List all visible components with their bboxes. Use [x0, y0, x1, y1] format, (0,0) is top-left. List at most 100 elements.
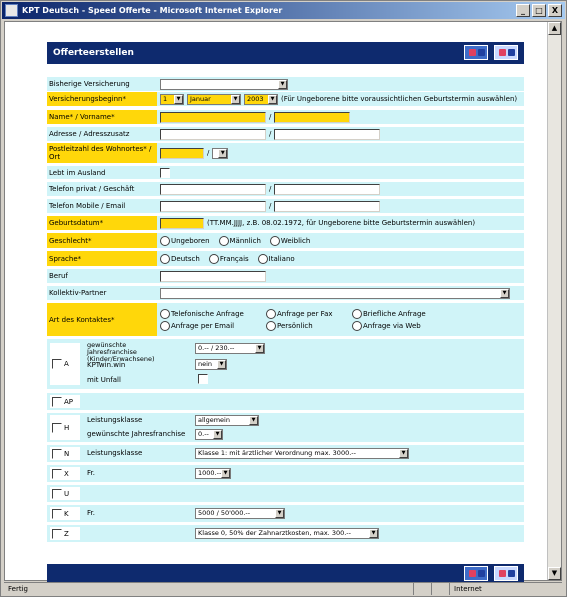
scroll-down-icon[interactable]: ▼: [548, 567, 561, 580]
telefon-privat-input[interactable]: [160, 183, 266, 195]
select-value: allgemein: [198, 416, 230, 424]
close-button[interactable]: X: [548, 4, 562, 17]
row-kollektiv: Kollektiv-Partner ▼: [47, 286, 524, 300]
adresszusatz-input[interactable]: [274, 128, 381, 140]
select-value: 0.-- / 230.--: [198, 344, 235, 352]
unfall-checkbox[interactable]: [198, 374, 208, 384]
radio-deutsch[interactable]: Deutsch: [160, 253, 200, 264]
label-kontakt: Art des Kontaktes*: [47, 303, 157, 336]
block-a: A gewünschte Jahresfranchise (Kinder/Erw…: [47, 339, 524, 389]
block-z-checkbox[interactable]: [52, 528, 62, 539]
block-h-checkbox[interactable]: [52, 422, 62, 433]
geburtsdatum-input[interactable]: [160, 217, 204, 229]
label-mobile: Telefon Mobile / Email: [47, 199, 157, 213]
radio-italiano[interactable]: Italiano: [257, 253, 295, 264]
radio-email[interactable]: Anfrage per Email: [160, 320, 260, 331]
beginn-month-select[interactable]: Januar ▼: [187, 93, 241, 105]
scroll-up-icon[interactable]: ▲: [548, 22, 561, 35]
minimize-button[interactable]: _: [516, 4, 530, 17]
block-ap-checkbox[interactable]: [52, 396, 62, 407]
form-header: Offerteerstellen: [47, 42, 524, 64]
block-k-checkbox[interactable]: [52, 508, 62, 519]
beginn-day-select[interactable]: 1 ▼: [160, 93, 184, 105]
radio-label: Persönlich: [277, 321, 313, 330]
fr-label: Fr.: [87, 509, 95, 517]
block-n-checkbox[interactable]: [52, 448, 62, 459]
row-name: Name* / Vorname* /: [47, 110, 524, 124]
block-a-checkbox[interactable]: [52, 359, 62, 369]
row-beginn: Versicherungsbeginn* 1 ▼ Januar ▼ 2003 ▼ (F…: [47, 92, 524, 106]
slash: /: [269, 130, 272, 138]
page-content: ▲ ▼ Offerteerstellen Bisherige Versicher…: [4, 21, 562, 584]
mobile-input[interactable]: [160, 200, 266, 212]
radio-fax[interactable]: Anfrage per Fax: [266, 308, 346, 319]
beginn-year-value: 2003: [247, 94, 264, 103]
vorname-input[interactable]: [274, 111, 351, 123]
email-input[interactable]: [274, 200, 381, 212]
radio-maennlich[interactable]: Männlich: [218, 235, 261, 246]
label-sprache: Sprache*: [47, 251, 157, 266]
print-icon[interactable]: [464, 45, 488, 60]
fr-select[interactable]: 1000.-- ▼: [195, 468, 231, 479]
franchise-label: gewünschte Jahresfranchise: [87, 430, 186, 438]
select-value: nein: [198, 360, 213, 368]
print-icon[interactable]: [464, 566, 488, 581]
beruf-input[interactable]: [160, 270, 266, 282]
block-x-checkbox[interactable]: [52, 468, 62, 479]
radio-label: Weiblich: [280, 236, 311, 245]
block-u-checkbox[interactable]: [52, 488, 62, 499]
kollektiv-select[interactable]: ▼: [160, 287, 510, 299]
radio-telefonisch[interactable]: Telefonische Anfrage: [160, 308, 260, 319]
block-u-header: U: [50, 487, 80, 500]
row-mobile: Telefon Mobile / Email /: [47, 199, 524, 213]
ort-select[interactable]: ▼: [212, 147, 229, 159]
radio-label: Français: [219, 254, 249, 263]
row-sprache: Sprache* Deutsch Français Italiano: [47, 251, 524, 266]
radio-label: Telefonische Anfrage: [171, 309, 244, 318]
block-code: U: [64, 489, 70, 498]
ausland-checkbox[interactable]: [160, 167, 170, 178]
status-zone: Internet: [454, 585, 482, 593]
save-icon[interactable]: [494, 566, 518, 581]
adresse-input[interactable]: [160, 128, 266, 140]
maximize-button[interactable]: □: [532, 4, 546, 17]
zahn-select[interactable]: Klasse 0, 50% der Zahnarztkosten, max. 3…: [195, 528, 379, 539]
label-geschlecht: Geschlecht*: [47, 233, 157, 248]
franchise-select[interactable]: 0.-- / 230.-- ▼: [195, 343, 265, 354]
radio-persoenlich[interactable]: Persönlich: [266, 320, 346, 331]
leistung-select[interactable]: allgemein ▼: [195, 415, 259, 426]
block-code: AP: [64, 397, 74, 406]
kptwin-select[interactable]: nein ▼: [195, 359, 227, 370]
block-code: K: [64, 509, 69, 518]
row-geburtsdatum: Geburtsdatum* (TT.MM.JJJJ, z.B. 08.02.19…: [47, 216, 524, 230]
radio-ungeboren[interactable]: Ungeboren: [160, 235, 210, 246]
radio-francais[interactable]: Français: [208, 253, 249, 264]
name-input[interactable]: [160, 111, 266, 123]
label-telefon: Telefon privat / Geschäft: [47, 182, 157, 196]
beginn-year-select[interactable]: 2003 ▼: [244, 93, 278, 105]
label-adresse: Adresse / Adresszusatz: [47, 127, 157, 141]
block-code: A: [64, 360, 69, 368]
row-telefon: Telefon privat / Geschäft /: [47, 182, 524, 196]
radio-weiblich[interactable]: Weiblich: [269, 235, 311, 246]
leistung-select[interactable]: Klasse 1: mit ärztlicher Verordnung max.…: [195, 448, 409, 459]
bisherige-select[interactable]: ▼: [160, 78, 288, 90]
block-h: H Leistungsklasse allgemein ▼ gewünschte …: [47, 413, 524, 442]
vertical-scrollbar[interactable]: ▲ ▼: [547, 22, 561, 580]
save-icon[interactable]: [494, 45, 518, 60]
radio-brief[interactable]: Briefliche Anfrage: [352, 308, 426, 319]
beginn-hint: (Für Ungeborene bitte voraussichtlichen …: [281, 95, 518, 103]
ie-icon: [5, 4, 18, 17]
select-value: Klasse 1: mit ärztlicher Verordnung max.…: [198, 449, 356, 457]
slash: /: [269, 185, 272, 193]
plz-input[interactable]: [160, 147, 204, 159]
fr-select[interactable]: 5000 / 50'000.-- ▼: [195, 508, 285, 519]
block-u: U: [47, 485, 524, 502]
status-text: Fertig: [4, 583, 414, 595]
row-kontakt: Art des Kontaktes* Telefonische Anfrage …: [47, 303, 524, 336]
block-h-header: H: [50, 415, 80, 440]
radio-web[interactable]: Anfrage via Web: [352, 320, 421, 331]
select-value: 1000.--: [198, 469, 222, 477]
telefon-geschaeft-input[interactable]: [274, 183, 381, 195]
franchise-select[interactable]: 0.-- ▼: [195, 429, 223, 440]
